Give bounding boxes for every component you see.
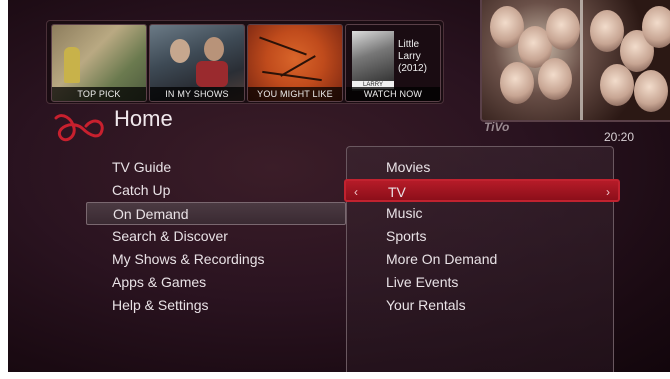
- menu-item-search-discover[interactable]: Search & Discover: [86, 225, 346, 248]
- menu-item-my-shows-recordings[interactable]: My Shows & Recordings: [86, 248, 346, 271]
- thumbnail-caption: IN MY SHOWS: [150, 87, 244, 101]
- clock: 20:20: [604, 130, 635, 144]
- submenu-item-more-on-demand[interactable]: More On Demand: [348, 248, 616, 271]
- submenu-item-tv[interactable]: ‹ TV ›: [344, 179, 620, 202]
- menu-item-on-demand[interactable]: On Demand: [86, 202, 346, 225]
- thumbnail-you-might-like[interactable]: YOU MIGHT LIKE: [247, 24, 343, 102]
- submenu-item-label: TV: [388, 184, 406, 200]
- menu-item-apps-games[interactable]: Apps & Games: [86, 271, 346, 294]
- thumbnail-title: Little Larry (2012): [398, 39, 427, 74]
- menu-item-catch-up[interactable]: Catch Up: [86, 179, 346, 202]
- submenu-item-music[interactable]: Music: [348, 202, 616, 225]
- chevron-left-icon[interactable]: ‹: [354, 181, 358, 204]
- menu-item-help-settings[interactable]: Help & Settings: [86, 294, 346, 317]
- live-tv-preview[interactable]: [480, 0, 670, 122]
- page-title: Home: [114, 106, 173, 131]
- main-menu: TV Guide Catch Up On Demand Search & Dis…: [86, 156, 346, 317]
- thumbnail-caption: WATCH NOW: [346, 87, 440, 101]
- submenu-item-sports[interactable]: Sports: [348, 225, 616, 248]
- thumbnail-watch-now[interactable]: LARRY Little Larry (2012) WATCH NOW: [345, 24, 441, 102]
- menu-item-tv-guide[interactable]: TV Guide: [86, 156, 346, 179]
- thumbnail-top-pick[interactable]: TOP PICK: [51, 24, 147, 102]
- thumbnail-strip: TOP PICK IN MY SHOWS YOU MIGHT LIKE LARR…: [46, 20, 444, 104]
- submenu-item-live-events[interactable]: Live Events: [348, 271, 616, 294]
- tivo-logo: TiVo: [484, 120, 510, 134]
- brand-logo-icon: [54, 114, 104, 142]
- thumbnail-caption: YOU MIGHT LIKE: [248, 87, 342, 101]
- chevron-right-icon[interactable]: ›: [606, 181, 610, 204]
- tv-screen: TOP PICK IN MY SHOWS YOU MIGHT LIKE LARR…: [8, 0, 670, 372]
- submenu-item-movies[interactable]: Movies: [348, 156, 616, 179]
- submenu-item-your-rentals[interactable]: Your Rentals: [348, 294, 616, 317]
- thumbnail-in-my-shows[interactable]: IN MY SHOWS: [149, 24, 245, 102]
- thumbnail-caption: TOP PICK: [52, 87, 146, 101]
- submenu: Movies ‹ TV › Music Sports More On Deman…: [344, 156, 620, 317]
